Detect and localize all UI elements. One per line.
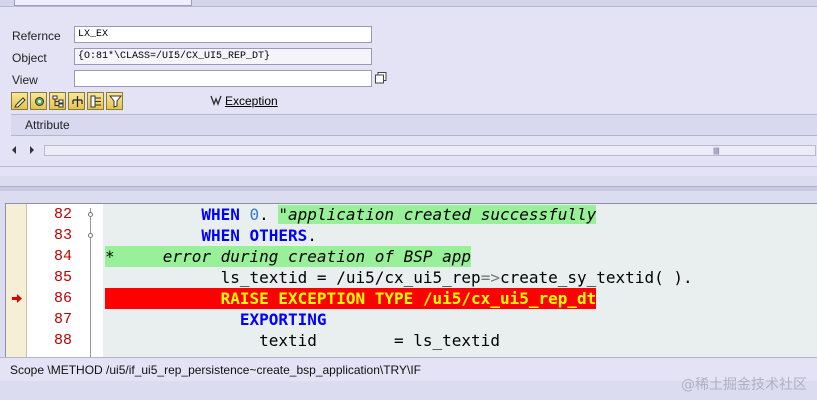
- hierarchy-icon[interactable]: [49, 92, 66, 110]
- structure-icon[interactable]: [87, 92, 104, 110]
- code-text: WHEN OTHERS.: [201, 226, 317, 245]
- exception-icon: [210, 95, 222, 106]
- fold-marker-icon[interactable]: [88, 233, 93, 238]
- tree-icon[interactable]: [68, 92, 85, 110]
- exception-label: Exception: [225, 94, 278, 108]
- code-text: ls_textid = /ui5/cx_ui5_rep=>create_sy_t…: [105, 268, 693, 287]
- open-view-icon[interactable]: [375, 72, 387, 84]
- code-line[interactable]: 86 RAISE EXCEPTION TYPE /ui5/cx_ui5_rep_…: [6, 288, 817, 309]
- view-row: View: [8, 70, 408, 92]
- view-field[interactable]: [74, 70, 372, 87]
- line-number: 82: [53, 206, 72, 223]
- object-field[interactable]: {O:81*\CLASS=/UI5/CX_UI5_REP_DT}: [74, 48, 372, 65]
- inspector-fields: Refernce LX_EX Object {O:81*\CLASS=/UI5/…: [8, 26, 408, 92]
- code-text: WHEN 0. "application created successfull…: [201, 205, 597, 224]
- line-number: 86: [53, 290, 72, 307]
- horizontal-scroll-row: |||||||: [0, 142, 817, 160]
- inspector-panel: Refernce LX_EX Object {O:81*\CLASS=/UI5/…: [0, 0, 817, 176]
- attribute-header-label: Attribute: [25, 118, 70, 132]
- view-label: View: [12, 73, 38, 87]
- code-line[interactable]: 88 textid = ls_textid: [6, 330, 817, 351]
- current-statement-arrow-icon: [12, 294, 22, 303]
- object-row: Object {O:81*\CLASS=/UI5/CX_UI5_REP_DT}: [8, 48, 408, 70]
- line-number: 83: [53, 227, 72, 244]
- code-text: * error during creation of BSP app: [105, 246, 472, 267]
- code-line[interactable]: 83 WHEN OTHERS.: [6, 225, 817, 246]
- code-line[interactable]: 84 * error during creation of BSP app: [6, 246, 817, 267]
- source-editor[interactable]: 82 WHEN 0. "application created successf…: [5, 203, 817, 358]
- fold-marker-icon[interactable]: [88, 212, 93, 217]
- scroll-left-icon[interactable]: [10, 144, 22, 156]
- divider: [0, 166, 817, 167]
- attribute-column-header[interactable]: Attribute: [11, 114, 817, 136]
- code-line[interactable]: 82 WHEN 0. "application created successf…: [6, 204, 817, 225]
- line-number: 84: [53, 248, 72, 265]
- tab-active[interactable]: [14, 0, 192, 6]
- scroll-right-icon[interactable]: [28, 144, 40, 156]
- reference-label: Refernce: [12, 29, 61, 43]
- scroll-grip-icon: |||||||: [713, 148, 720, 155]
- reference-field[interactable]: LX_EX: [74, 26, 372, 43]
- pencil-icon[interactable]: [11, 92, 28, 110]
- horizontal-scrollbar[interactable]: |||||||: [44, 145, 816, 156]
- code-text: EXPORTING: [239, 310, 327, 329]
- exception-link[interactable]: Exception: [210, 94, 278, 108]
- watermark-text: @稀土掘金技术社区: [681, 377, 807, 393]
- code-text: RAISE EXCEPTION TYPE /ui5/cx_ui5_rep_dt: [105, 288, 597, 309]
- code-line[interactable]: 85 ls_textid = /ui5/cx_ui5_rep=>create_s…: [6, 267, 817, 288]
- line-number: 85: [53, 269, 72, 286]
- object-label: Object: [12, 51, 47, 65]
- tab-strip: [0, 0, 817, 7]
- line-number: 87: [53, 311, 72, 328]
- panel-splitter[interactable]: [0, 186, 817, 191]
- code-line[interactable]: 87 EXPORTING: [6, 309, 817, 330]
- code-text: textid = ls_textid: [105, 331, 500, 350]
- gear-eye-icon[interactable]: [30, 92, 47, 110]
- filter-icon[interactable]: [106, 92, 123, 110]
- scope-text: Scope \METHOD /ui5/if_ui5_rep_persistenc…: [10, 363, 421, 377]
- line-number: 88: [53, 332, 72, 349]
- reference-row: Refernce LX_EX: [8, 26, 408, 48]
